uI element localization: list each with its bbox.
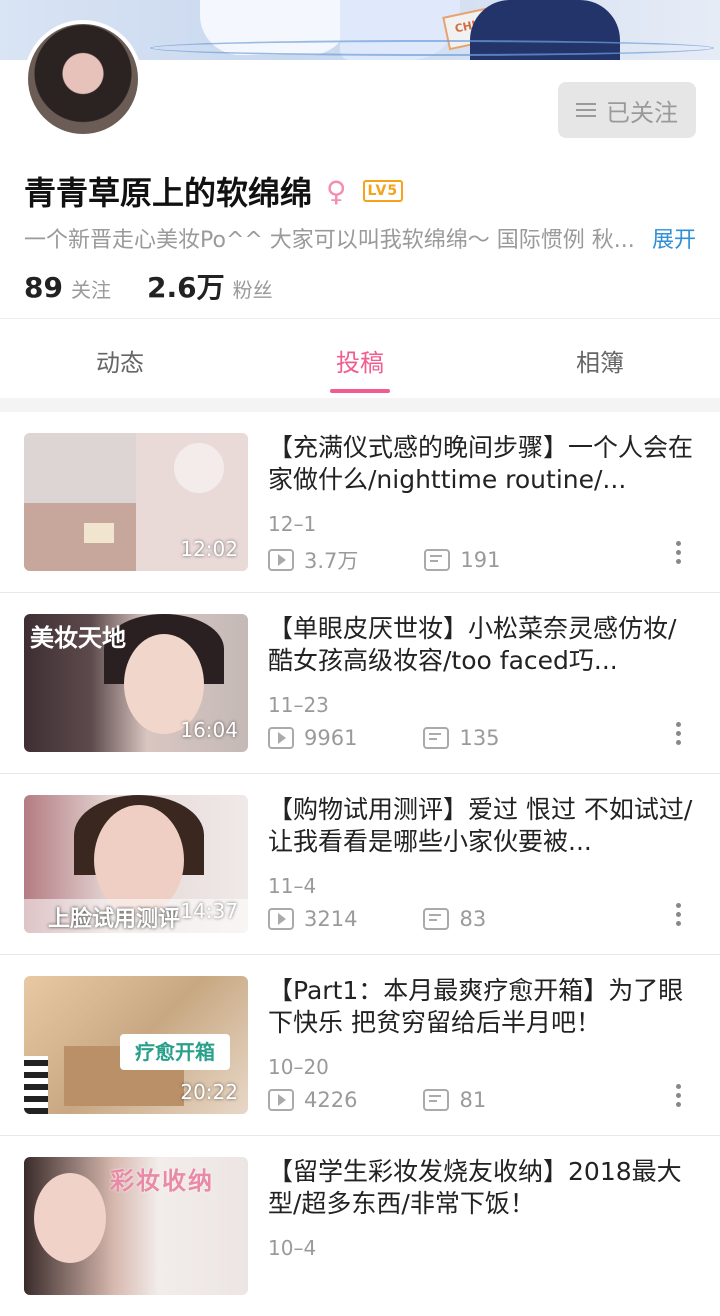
video-thumbnail[interactable]: 12:02 [24, 433, 248, 571]
video-thumbnail[interactable]: 彩妆收纳 [24, 1157, 248, 1295]
video-duration: 16:04 [180, 718, 238, 742]
danmaku-icon [423, 1089, 450, 1111]
danmaku-count: 83 [459, 907, 487, 931]
follow-button-label: 已关注 [606, 98, 678, 127]
fans-label[interactable]: 粉丝 [233, 274, 273, 303]
tab-albums[interactable]: 相簿 [480, 319, 720, 399]
video-thumbnail[interactable]: 上脸试用测评 14:37 [24, 795, 248, 933]
view-count: 9961 [304, 726, 358, 750]
more-options-icon[interactable] [676, 1084, 682, 1107]
following-label[interactable]: 关注 [71, 274, 111, 303]
play-count-icon [268, 908, 294, 930]
level-badge: LV5 [362, 180, 404, 202]
tab-label: 投稿 [336, 349, 384, 377]
active-tab-indicator [330, 389, 390, 393]
more-options-icon[interactable] [676, 903, 682, 926]
video-title[interactable]: 【充满仪式感的晚间步骤】一个人会在家做什么/nighttime routine/… [268, 432, 698, 496]
thumbnail-text: 彩妆收纳 [110, 1167, 214, 1195]
video-item[interactable]: 上脸试用测评 14:37 【购物试用测评】爱过 恨过 不如试过/让我看看是哪些小… [0, 774, 720, 955]
video-item[interactable]: 疗愈开箱 20:22 【Part1：本月最爽疗愈开箱】为了眼下快乐 把贫穷留给后… [0, 955, 720, 1136]
video-title[interactable]: 【留学生彩妆发烧友收纳】2018最大型/超多东西/非常下饭！ [268, 1156, 698, 1220]
username: 青青草原上的软绵绵 [24, 174, 313, 212]
view-count: 3214 [304, 907, 358, 931]
play-count-icon [268, 549, 294, 571]
video-duration: 14:37 [180, 899, 238, 923]
video-date: 10–4 [268, 1236, 317, 1260]
expand-bio-link[interactable]: 展开 [652, 222, 696, 254]
fans-count[interactable]: 2.6万 [147, 266, 225, 306]
bio-text: 一个新晋走心美妆Po^^ 大家可以叫我软绵绵～ 国际惯例 秋... [24, 228, 635, 253]
play-count-icon [268, 727, 294, 749]
video-date: 11–4 [268, 874, 317, 898]
tab-dynamics[interactable]: 动态 [0, 319, 240, 399]
danmaku-icon [423, 908, 450, 930]
menu-icon [576, 102, 596, 118]
video-item[interactable]: 美妆天地 16:04 【单眼皮厌世妆】小松菜奈灵感仿妆/酷女孩高级妆容/too … [0, 593, 720, 774]
danmaku-icon [424, 549, 451, 571]
thumbnail-text: 美妆天地 [30, 624, 126, 652]
video-thumbnail[interactable]: 美妆天地 16:04 [24, 614, 248, 752]
video-date: 12–1 [268, 512, 317, 536]
follow-button[interactable]: 已关注 [558, 82, 696, 138]
video-title[interactable]: 【Part1：本月最爽疗愈开箱】为了眼下快乐 把贫穷留给后半月吧！ [268, 975, 698, 1039]
view-count: 3.7万 [304, 549, 359, 573]
video-date: 10–20 [268, 1055, 329, 1079]
profile-tabs: 动态 投稿 相簿 [0, 318, 720, 399]
video-date: 11–23 [268, 693, 329, 717]
video-list: 12:02 【充满仪式感的晚间步骤】一个人会在家做什么/nighttime ro… [0, 412, 720, 1316]
thumbnail-text: 上脸试用测评 [48, 907, 181, 932]
more-options-icon[interactable] [676, 722, 682, 745]
female-icon: ♀ [326, 174, 347, 208]
tab-submissions[interactable]: 投稿 [240, 319, 480, 399]
danmaku-icon [423, 727, 450, 749]
more-options-icon[interactable] [676, 541, 682, 564]
danmaku-count: 191 [460, 548, 501, 572]
avatar[interactable] [24, 20, 142, 138]
video-title[interactable]: 【购物试用测评】爱过 恨过 不如试过/让我看看是哪些小家伙要被... [268, 794, 698, 858]
video-item[interactable]: 12:02 【充满仪式感的晚间步骤】一个人会在家做什么/nighttime ro… [0, 412, 720, 593]
following-count[interactable]: 89 [24, 271, 63, 304]
view-count: 4226 [304, 1088, 358, 1112]
video-item[interactable]: 彩妆收纳 【留学生彩妆发烧友收纳】2018最大型/超多东西/非常下饭！ 10–4 [0, 1136, 720, 1316]
video-duration: 20:22 [180, 1080, 238, 1104]
danmaku-count: 81 [459, 1088, 487, 1112]
tab-label: 动态 [96, 349, 144, 377]
tab-label: 相簿 [576, 349, 624, 377]
thumbnail-text: 疗愈开箱 [135, 1040, 215, 1064]
play-count-icon [268, 1089, 294, 1111]
video-duration: 12:02 [180, 537, 238, 561]
danmaku-count: 135 [459, 726, 500, 750]
divider [0, 398, 720, 412]
video-thumbnail[interactable]: 疗愈开箱 20:22 [24, 976, 248, 1114]
video-title[interactable]: 【单眼皮厌世妆】小松菜奈灵感仿妆/酷女孩高级妆容/too faced巧... [268, 613, 698, 677]
